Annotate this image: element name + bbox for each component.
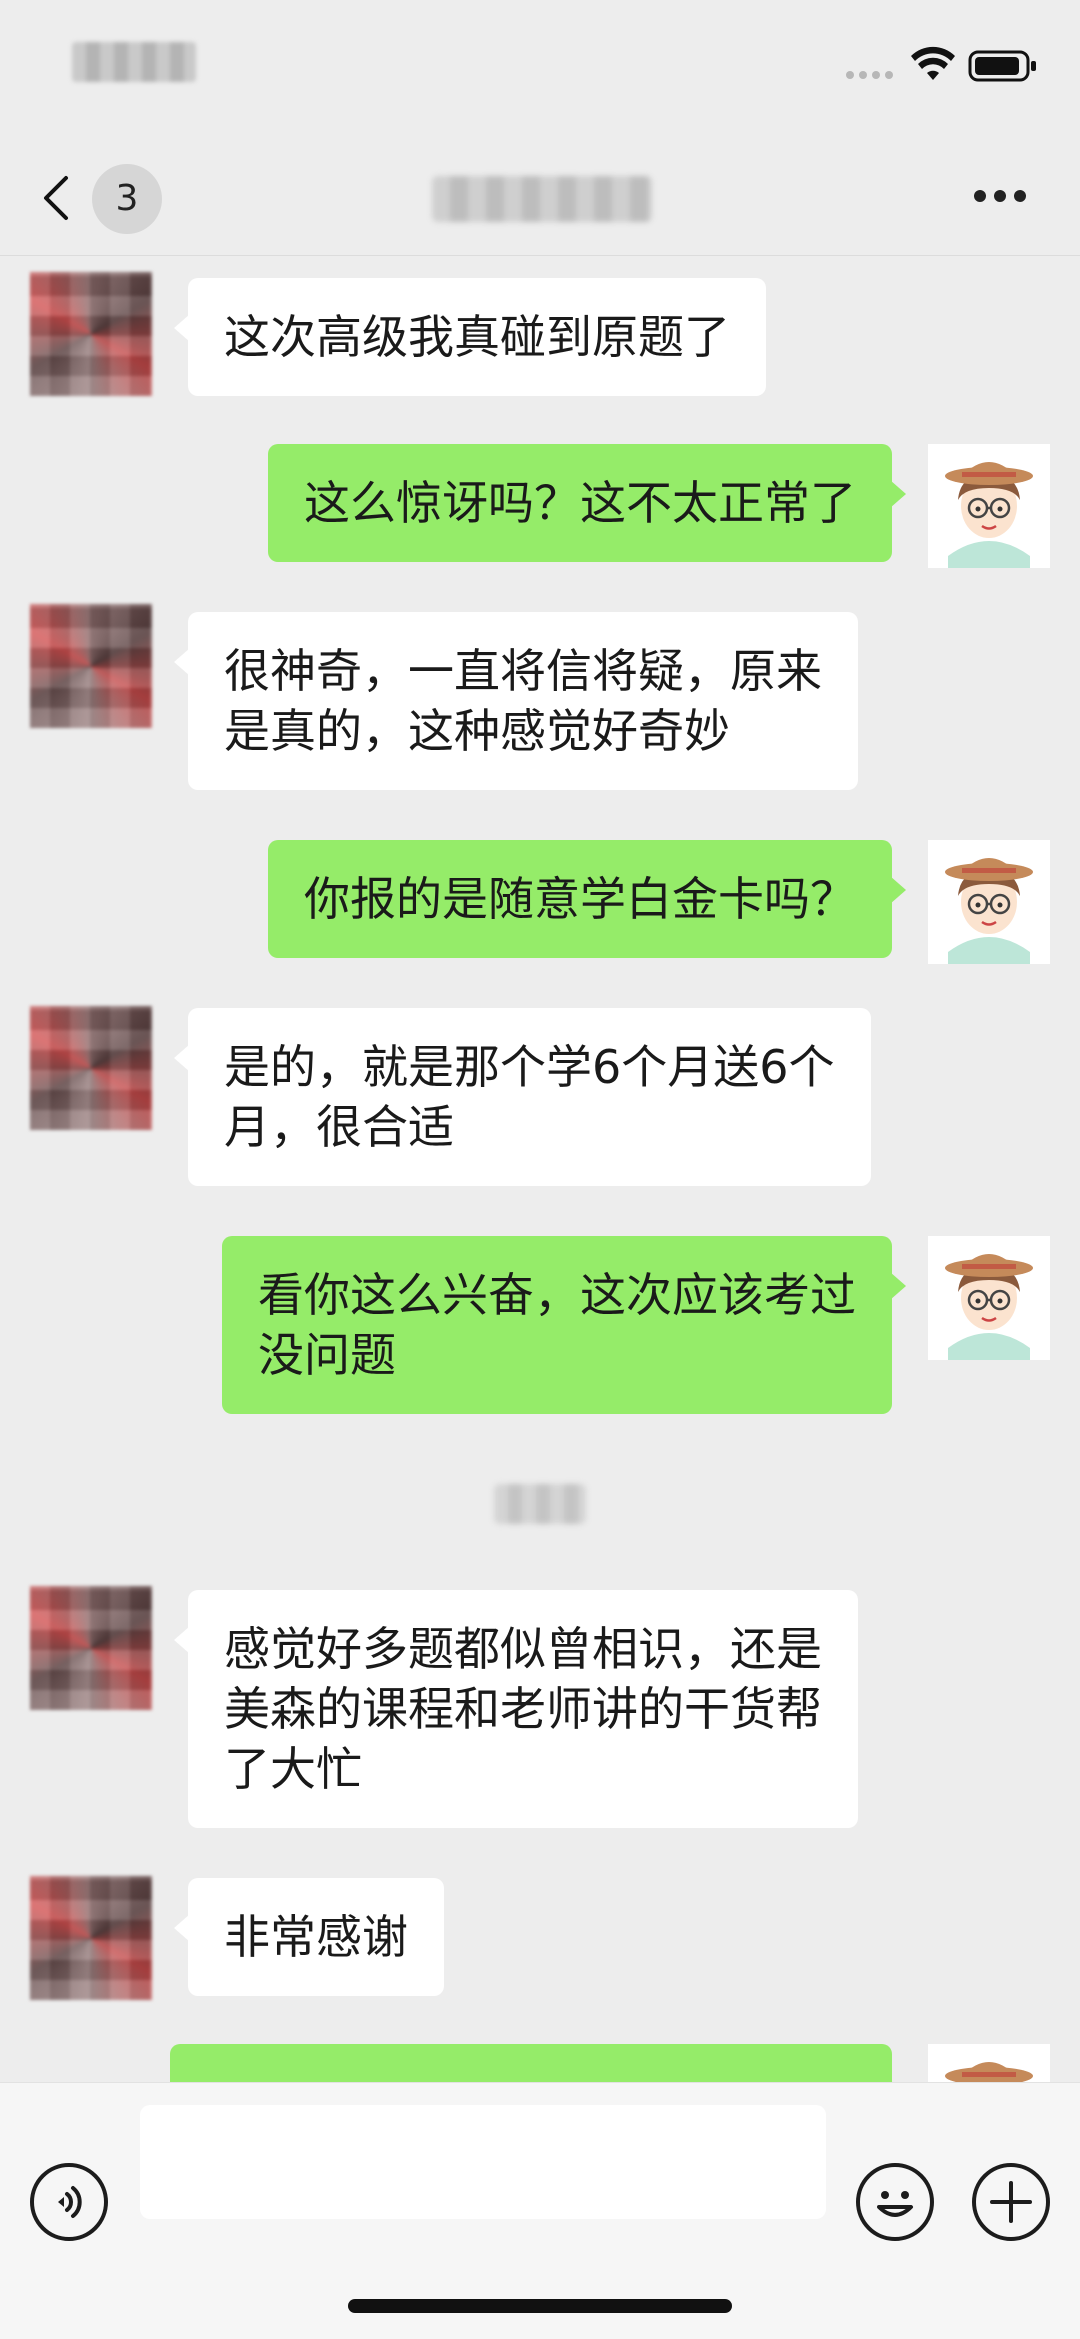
more-options-button[interactable] (970, 176, 1030, 216)
message-bubble-incoming[interactable]: 很神奇，一直将信将疑，原来 是真的，这种感觉好奇妙 (174, 612, 858, 790)
battery-icon (968, 50, 1036, 82)
wifi-icon (911, 46, 955, 80)
message-bubble-outgoing[interactable]: 看你这么兴奋，这次应该考过 没问题 (222, 1236, 906, 1414)
emoji-button[interactable] (856, 2163, 934, 2241)
message-bubble-incoming[interactable]: 是的，就是那个学6个月送6个 月，很合适 (174, 1008, 871, 1186)
message-bubble-outgoing[interactable]: 这么惊讶吗？这不太正常了 (268, 444, 906, 562)
contact-avatar[interactable] (30, 272, 152, 396)
cartoon-girl-avatar-icon (928, 444, 1050, 568)
message-input-bar (0, 2082, 1080, 2339)
emoji-icon (877, 2191, 913, 2217)
status-bar (0, 0, 1080, 140)
my-avatar[interactable] (928, 840, 1050, 964)
contact-avatar[interactable] (30, 1006, 152, 1130)
chat-header: 3 (0, 140, 1080, 256)
my-avatar[interactable] (928, 444, 1050, 568)
contact-avatar[interactable] (30, 1876, 152, 2000)
message-bubble-incoming[interactable]: 非常感谢 (174, 1878, 444, 1996)
back-button[interactable]: 3 (40, 162, 180, 234)
my-avatar[interactable] (928, 1236, 1050, 1360)
home-indicator (348, 2299, 732, 2313)
message-bubble-incoming[interactable]: 这次高级我真碰到原题了 (174, 278, 766, 396)
timestamp-divider-blurred (494, 1484, 586, 1524)
message-bubble-outgoing[interactable]: 你报的是随意学白金卡吗？ (268, 840, 906, 958)
message-bubble-incoming[interactable]: 感觉好多题都似曾相识，还是 美森的课程和老师讲的干货帮 了大忙 (174, 1590, 858, 1828)
plus-button[interactable] (972, 2163, 1050, 2241)
contact-avatar[interactable] (30, 604, 152, 728)
plus-icon (990, 2181, 1032, 2223)
cartoon-girl-avatar-icon (928, 1236, 1050, 1360)
back-chevron-icon (44, 176, 68, 220)
message-input[interactable] (140, 2105, 826, 2219)
cartoon-girl-avatar-icon (928, 840, 1050, 964)
unread-count-badge: 3 (92, 164, 162, 234)
voice-button[interactable] (30, 2163, 108, 2241)
chat-title-blurred (432, 176, 652, 222)
signal-icon (846, 64, 898, 83)
voice-icon (58, 2186, 82, 2218)
status-time-blurred (72, 42, 196, 82)
contact-avatar[interactable] (30, 1586, 152, 1710)
